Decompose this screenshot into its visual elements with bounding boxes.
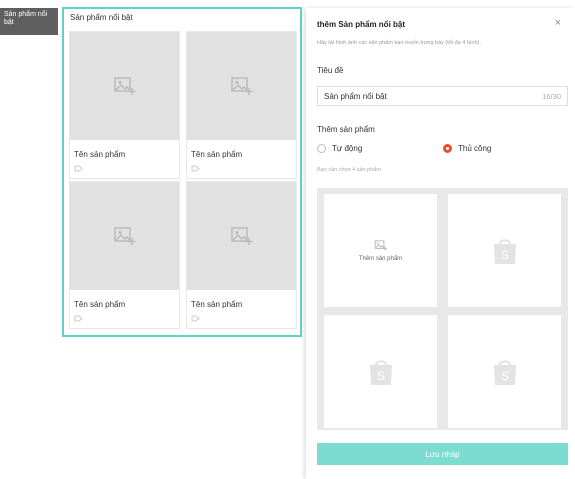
price-tag-icon: [74, 315, 83, 324]
radio-option-manual[interactable]: Thủ công: [443, 144, 491, 153]
radio-auto-icon[interactable]: [317, 144, 326, 153]
product-card: Tên sản phẩm: [69, 181, 180, 329]
product-card: Tên sản phẩm: [186, 181, 297, 329]
selection-note: Bạn cần chọn 4 sản phẩm: [317, 167, 381, 173]
svg-text:S: S: [500, 248, 508, 262]
product-name: Tên sản phẩm: [74, 150, 126, 159]
image-placeholder-icon: [113, 77, 135, 95]
side-section-label[interactable]: Sản phẩm nổi bật: [0, 8, 58, 35]
title-label: Tiêu đề: [317, 66, 344, 75]
product-card: Tên sản phẩm: [69, 31, 180, 179]
price-tag-icon: [191, 315, 200, 324]
product-image-placeholder: [70, 182, 179, 290]
radio-option-auto[interactable]: Tự động: [317, 144, 362, 153]
product-card: Tên sản phẩm: [186, 31, 297, 179]
title-input-value: Sản phẩm nổi bật: [324, 91, 387, 101]
image-placeholder-icon: [230, 227, 252, 245]
image-placeholder-icon: [230, 77, 252, 95]
shopping-bag-icon: S: [369, 359, 392, 385]
svg-text:S: S: [376, 369, 384, 383]
svg-text:S: S: [500, 369, 508, 383]
product-name: Tên sản phẩm: [191, 150, 243, 159]
featured-products-preview[interactable]: Sản phẩm nổi bật Tên sản phẩm Tên sản ph…: [62, 7, 302, 337]
radio-manual-icon[interactable]: [443, 144, 452, 153]
product-slot-grid: Thêm sản phẩm S S S: [317, 188, 568, 430]
add-product-slot[interactable]: Thêm sản phẩm: [324, 194, 437, 307]
radio-manual-label: Thủ công: [458, 144, 492, 153]
title-input[interactable]: Sản phẩm nổi bật 16/30: [317, 86, 568, 106]
product-name: Tên sản phẩm: [74, 300, 126, 309]
title-char-count: 16/30: [542, 91, 561, 101]
empty-product-slot: S: [448, 315, 561, 428]
product-image-placeholder: [70, 32, 179, 140]
product-image-placeholder: [187, 32, 296, 140]
image-placeholder-icon: [113, 227, 135, 245]
edit-featured-products-panel: thêm Sản phẩm nổi bật × Hãy tải hình ảnh…: [306, 8, 575, 479]
panel-hint: Hãy tải hình ảnh các sản phẩm bạn muốn t…: [317, 40, 481, 46]
price-tag-icon: [191, 165, 200, 174]
add-products-label: Thêm sản phẩm: [317, 125, 375, 134]
product-image-placeholder: [187, 182, 296, 290]
add-product-label: Thêm sản phẩm: [358, 256, 403, 262]
shopping-bag-icon: S: [493, 238, 516, 264]
product-name: Tên sản phẩm: [191, 300, 243, 309]
save-draft-button[interactable]: Lưu nháp: [317, 443, 568, 465]
radio-auto-label: Tự động: [332, 144, 363, 153]
shopping-bag-icon: S: [493, 359, 516, 385]
price-tag-icon: [74, 165, 83, 174]
empty-product-slot: S: [324, 315, 437, 428]
add-image-icon: [374, 240, 387, 251]
close-icon[interactable]: ×: [555, 17, 561, 29]
panel-title: thêm Sản phẩm nổi bật: [317, 20, 406, 29]
empty-product-slot: S: [448, 194, 561, 307]
preview-title: Sản phẩm nổi bật: [70, 13, 133, 22]
